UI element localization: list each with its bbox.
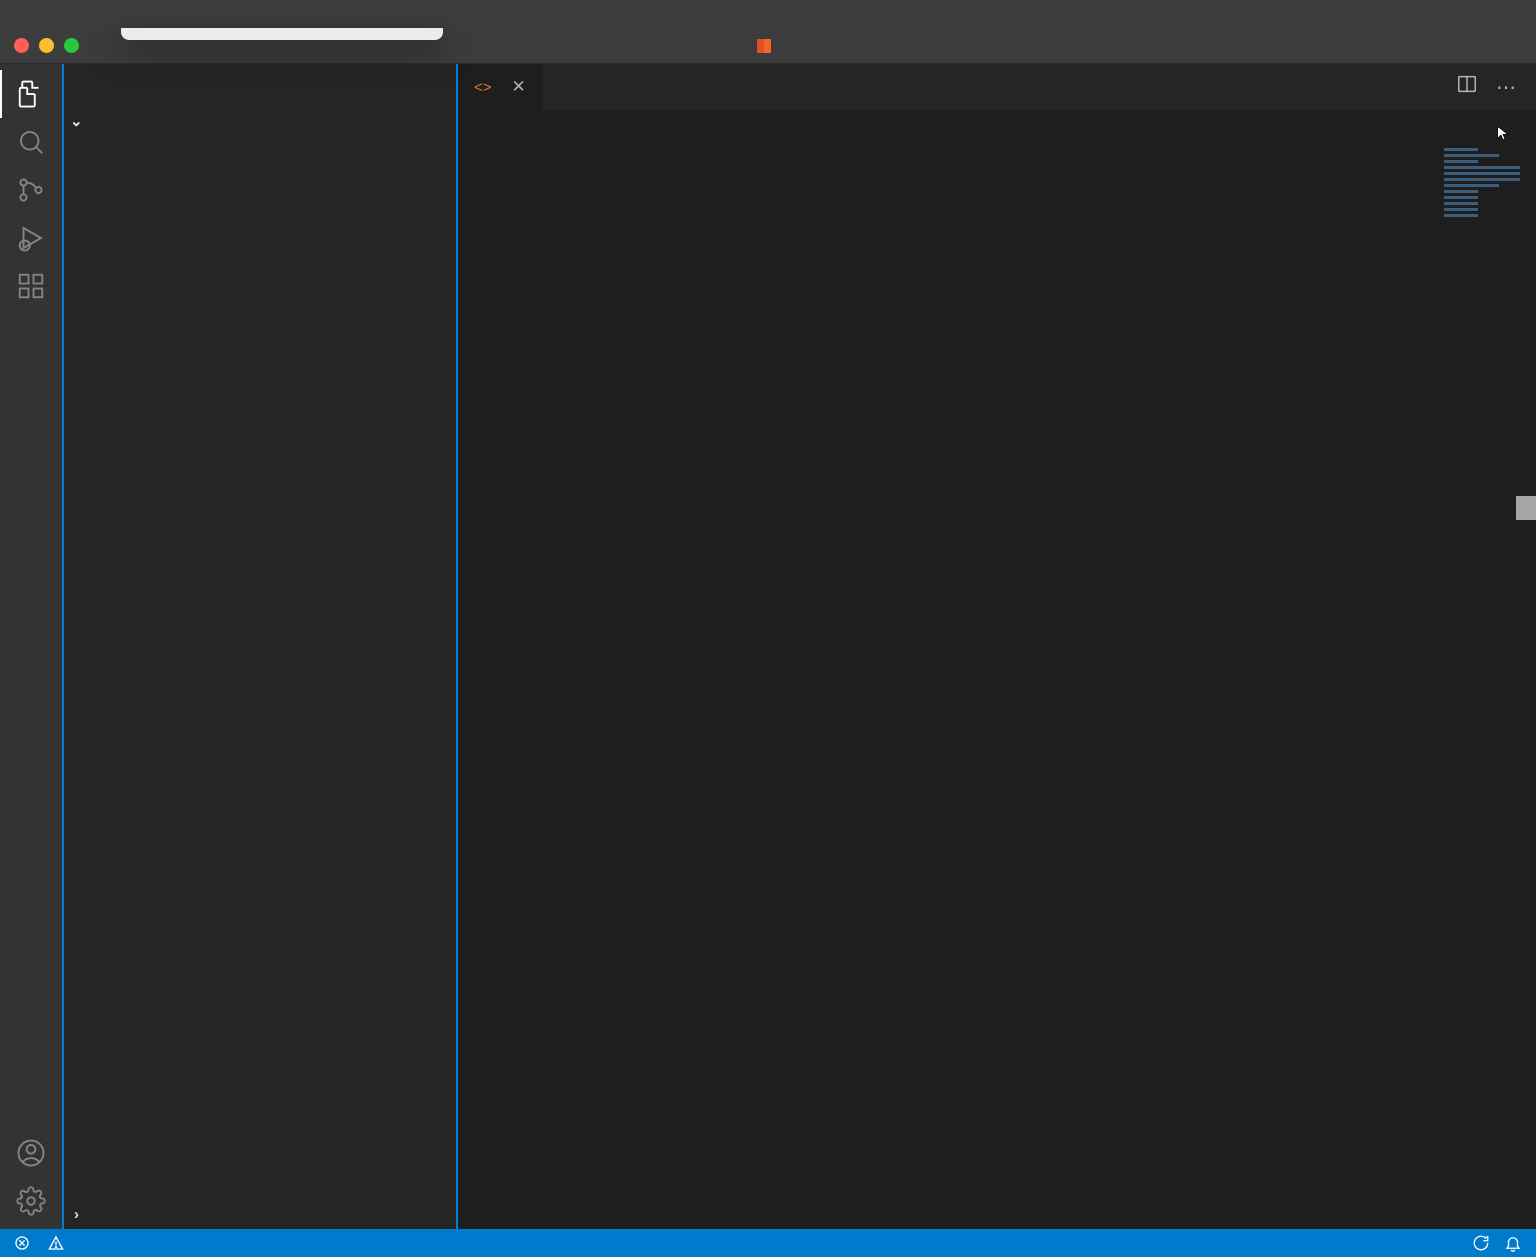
- outline-section[interactable]: ›: [64, 1200, 456, 1229]
- tab-index-html[interactable]: <> ✕: [458, 64, 542, 110]
- code-editor[interactable]: [458, 144, 1536, 1229]
- line-number-gutter: [458, 144, 544, 1229]
- explorer-activity-icon[interactable]: [13, 76, 49, 112]
- folder-root[interactable]: ⌄: [64, 108, 456, 134]
- activity-bar: [0, 64, 62, 1229]
- html-file-icon: [757, 39, 771, 53]
- explorer-sidebar: ⌄ ›: [62, 64, 458, 1229]
- source-control-activity-icon[interactable]: [13, 172, 49, 208]
- window-title: [0, 39, 1536, 53]
- run-debug-activity-icon[interactable]: [13, 220, 49, 256]
- html-file-icon: <>: [474, 79, 492, 96]
- breadcrumb[interactable]: [458, 110, 1536, 144]
- accounts-activity-icon[interactable]: [13, 1135, 49, 1171]
- minimize-window-button[interactable]: [39, 38, 54, 53]
- editor-tabs: <> ✕ ⋯: [458, 64, 1536, 110]
- settings-gear-icon[interactable]: [13, 1183, 49, 1219]
- status-errors[interactable]: [14, 1235, 34, 1251]
- status-warnings[interactable]: [48, 1235, 68, 1251]
- more-actions-icon[interactable]: ⋯: [1496, 75, 1516, 100]
- chevron-down-icon: ⌄: [70, 112, 83, 130]
- traffic-lights: [14, 38, 79, 53]
- minimap[interactable]: [1436, 144, 1536, 1229]
- scrollbar-marker[interactable]: [1516, 496, 1536, 520]
- search-activity-icon[interactable]: [13, 124, 49, 160]
- app-menu-code[interactable]: [22, 0, 50, 28]
- extensions-activity-icon[interactable]: [13, 268, 49, 304]
- feedback-icon[interactable]: [1472, 1234, 1490, 1252]
- chevron-right-icon: ›: [74, 1206, 80, 1223]
- file-menu-dropdown[interactable]: [121, 28, 443, 40]
- split-editor-icon[interactable]: [1456, 73, 1478, 101]
- code-content[interactable]: [544, 144, 1536, 1229]
- notifications-bell-icon[interactable]: [1504, 1234, 1522, 1252]
- mac-menubar: [0, 0, 1536, 28]
- status-bar: [0, 1229, 1536, 1257]
- fullscreen-window-button[interactable]: [64, 38, 79, 53]
- close-window-button[interactable]: [14, 38, 29, 53]
- mouse-cursor-icon: [1495, 122, 1511, 144]
- explorer-header: [64, 64, 456, 108]
- editor: <> ✕ ⋯: [458, 64, 1536, 1229]
- close-tab-icon[interactable]: ✕: [512, 77, 526, 97]
